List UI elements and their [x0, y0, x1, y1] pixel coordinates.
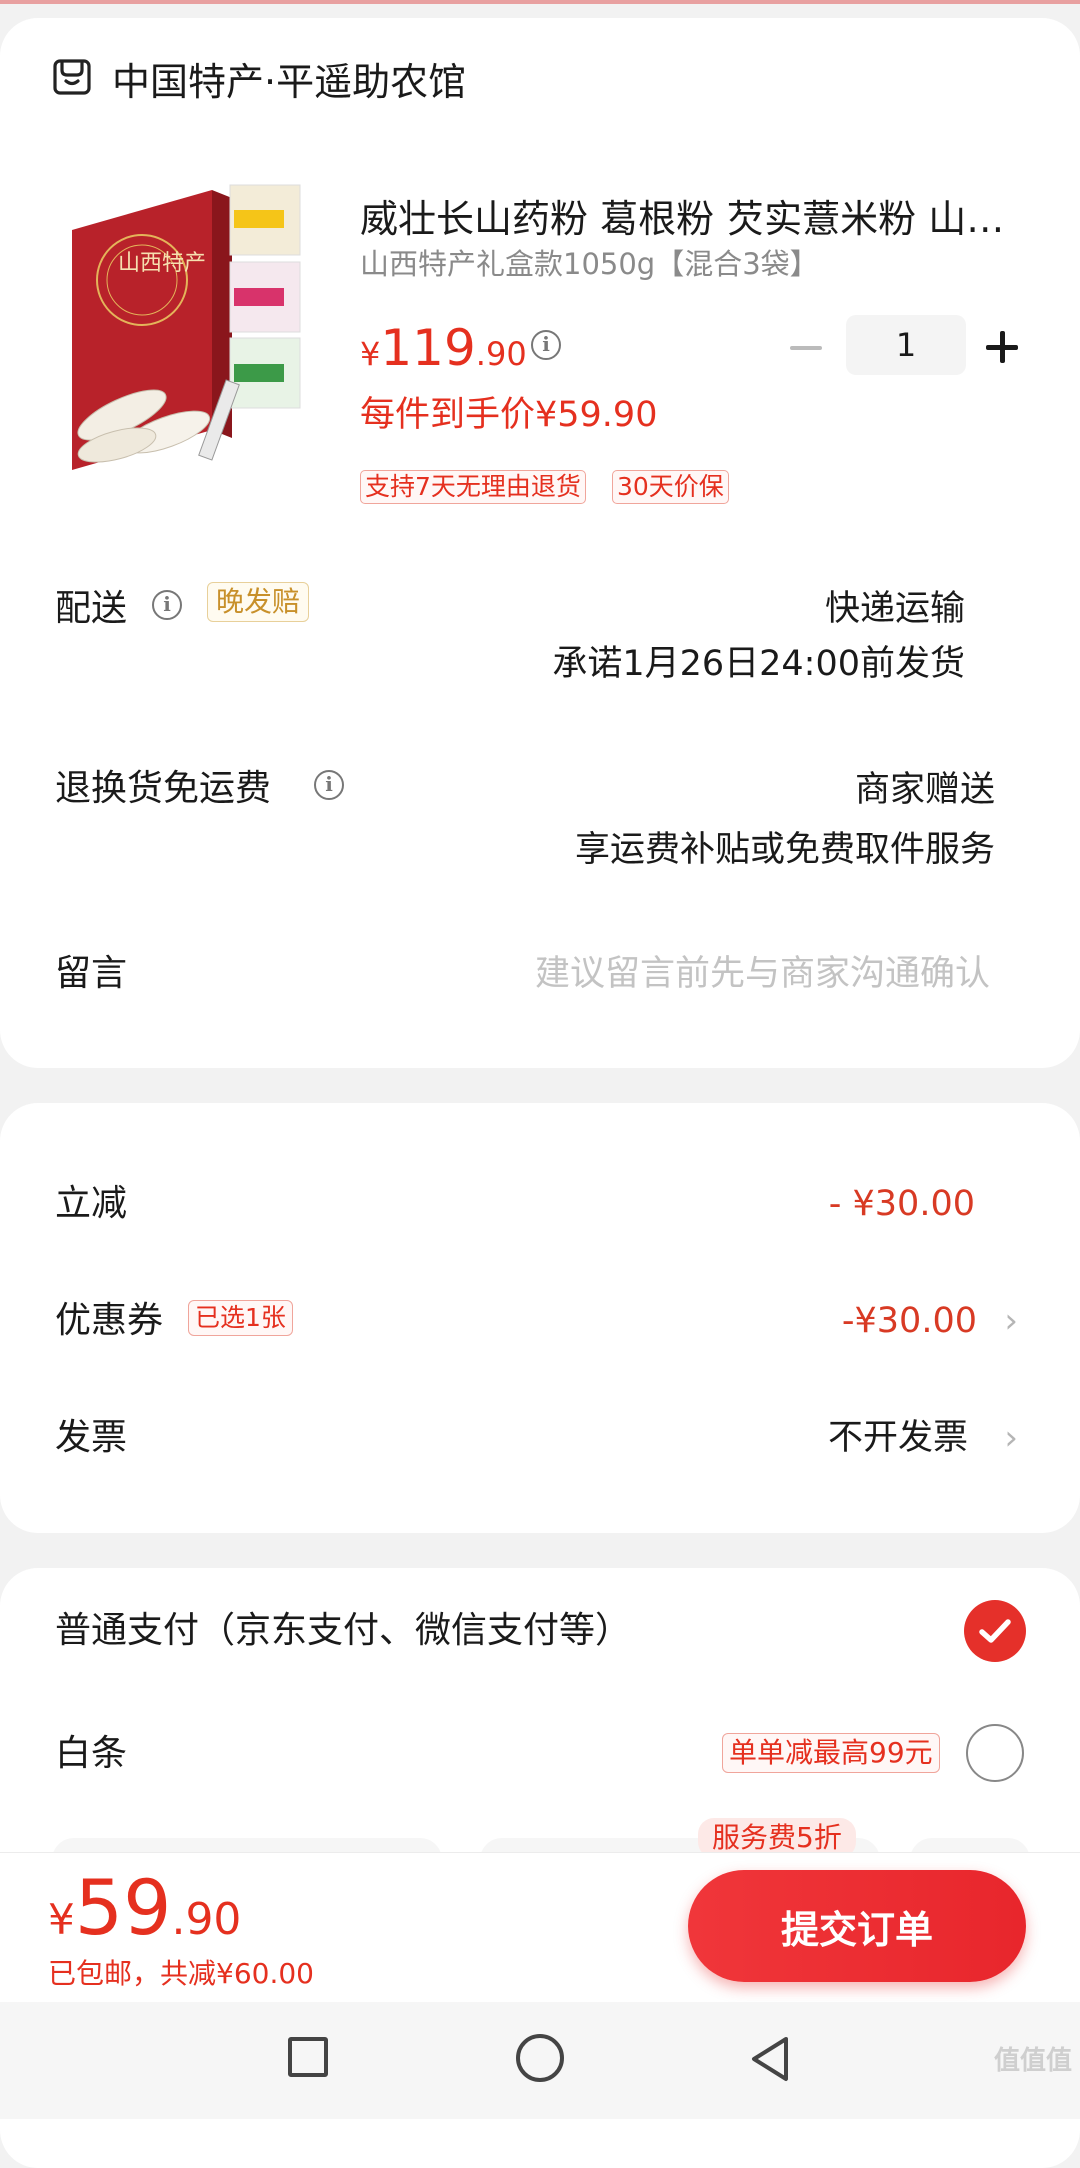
- instant-discount-label: 立减: [55, 1183, 128, 1224]
- delivery-method[interactable]: 快递运输: [825, 585, 965, 633]
- invoice-value[interactable]: 不开发票: [828, 1414, 968, 1462]
- store-icon: [53, 59, 91, 95]
- delivery-info-icon[interactable]: i: [152, 590, 182, 620]
- per-item-price: 每件到手价¥59.90: [360, 395, 658, 435]
- coupon-selected-tag: 已选1张: [188, 1300, 293, 1336]
- delivery-promise: 承诺1月26日24:00前发货: [552, 644, 965, 684]
- return-shipping-detail: 享运费补贴或免费取件服务: [574, 830, 995, 870]
- message-label: 留言: [55, 953, 128, 994]
- instant-discount-value: - ¥30.00: [828, 1184, 975, 1224]
- coupon-label[interactable]: 优惠券: [55, 1297, 163, 1345]
- product-price: ¥119.90: [360, 319, 527, 377]
- price-protection-tag: 30天价保: [612, 470, 729, 504]
- quantity-increase-button[interactable]: [986, 322, 1020, 372]
- status-strip: [0, 0, 1080, 4]
- quantity-decrease-button[interactable]: [790, 322, 824, 372]
- baitiao-promo-tag: 单单减最高99元: [722, 1733, 940, 1773]
- svg-text:山西特产: 山西特产: [118, 251, 206, 276]
- return-shipping-value: 商家赠送: [854, 770, 995, 810]
- return-policy-tag: 支持7天无理由退货: [360, 470, 586, 504]
- home-icon[interactable]: [516, 2034, 564, 2082]
- baitiao-payment-label[interactable]: 白条: [55, 1730, 127, 1778]
- submit-order-button[interactable]: 提交订单: [688, 1870, 1026, 1982]
- payment-selected-check-icon[interactable]: [964, 1600, 1026, 1662]
- invoice-label[interactable]: 发票: [55, 1414, 127, 1462]
- coupon-value[interactable]: -¥30.00: [842, 1297, 977, 1345]
- quantity-value[interactable]: 1: [846, 315, 966, 375]
- recent-apps-icon[interactable]: [288, 2037, 328, 2077]
- back-icon[interactable]: [746, 2034, 792, 2084]
- price-info-icon[interactable]: i: [531, 330, 561, 360]
- late-compensation-tag[interactable]: 晚发赔: [207, 582, 310, 622]
- watermark: 值值值: [993, 2046, 1072, 2076]
- return-shipping-info-icon[interactable]: i: [314, 770, 344, 800]
- shipping-savings-note: 已包邮，共减¥60.00: [48, 1957, 314, 1990]
- normal-payment-label[interactable]: 普通支付（京东支付、微信支付等）: [55, 1607, 631, 1655]
- product-title[interactable]: 威壮长山药粉 葛根粉 芡实薏米粉 山…: [360, 195, 1020, 243]
- chevron-right-icon[interactable]: ›: [1004, 1414, 1018, 1462]
- store-name[interactable]: 中国特产·平遥助农馆: [112, 58, 466, 106]
- chevron-right-icon[interactable]: ›: [1004, 1297, 1018, 1345]
- product-spec[interactable]: 山西特产礼盒款1050g【混合3袋】: [360, 244, 819, 284]
- product-image[interactable]: 山西特产: [62, 170, 312, 470]
- message-input[interactable]: [430, 950, 990, 998]
- total-price: ¥59.90: [48, 1863, 242, 1952]
- baitiao-radio[interactable]: [966, 1724, 1024, 1782]
- return-shipping-label: 退换货免运费: [55, 768, 272, 809]
- delivery-label: 配送: [55, 588, 128, 629]
